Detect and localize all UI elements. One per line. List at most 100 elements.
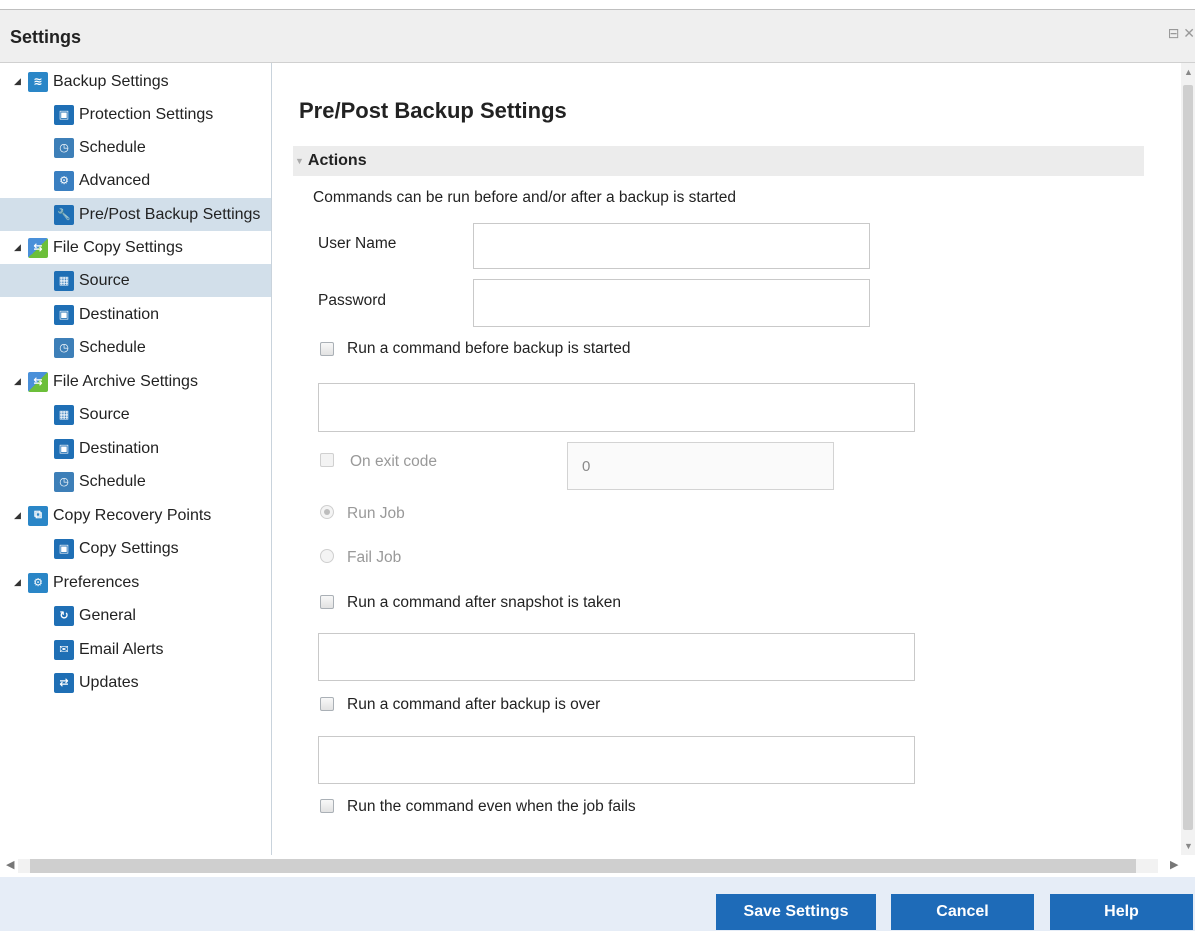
window-titlebar: Settings ⊟ ✕ [0, 10, 1195, 63]
username-field[interactable] [473, 223, 870, 269]
tree-item-label: Source [79, 271, 130, 289]
tree-item-preferences[interactable]: ◢ ⚙ Preferences [0, 566, 271, 599]
scroll-down-icon[interactable]: ▼ [1184, 841, 1193, 851]
tree-item-label: Schedule [79, 338, 146, 356]
tree-item-file-archive-source[interactable]: ▦ Source [0, 398, 271, 431]
expand-caret-icon[interactable]: ◢ [14, 376, 24, 387]
run-job-radio[interactable] [320, 505, 334, 519]
updates-icon: ⇄ [54, 672, 74, 693]
source-icon: ▦ [54, 270, 74, 291]
tree-item-file-archive-destination[interactable]: ▣ Destination [0, 432, 271, 465]
tree-item-file-archive-schedule[interactable]: ◷ Schedule [0, 465, 271, 498]
save-settings-button[interactable]: Save Settings [716, 894, 876, 930]
general-icon: ↻ [54, 605, 74, 626]
expand-caret-icon[interactable]: ◢ [14, 242, 24, 253]
advanced-icon: ⚙ [54, 170, 74, 191]
tree-item-pre-post-backup-settings[interactable]: 🔧 Pre/Post Backup Settings [0, 198, 271, 231]
section-description: Commands can be run before and/or after … [313, 189, 737, 206]
on-exit-code-label: On exit code [350, 453, 438, 470]
tree-item-copy-recovery-points[interactable]: ◢ ⧉ Copy Recovery Points [0, 499, 271, 532]
email-icon: ✉ [54, 639, 74, 660]
after-snapshot-command-field[interactable] [318, 633, 915, 681]
before-command-field[interactable] [318, 383, 915, 432]
tree-item-advanced[interactable]: ⚙ Advanced [0, 164, 271, 197]
run-after-backup-checkbox[interactable] [320, 697, 334, 711]
file-archive-icon: ⇆ [28, 371, 48, 392]
on-exit-code-checkbox[interactable] [320, 453, 334, 467]
username-label: User Name [318, 235, 397, 252]
settings-panel: Pre/Post Backup Settings ▼ Actions Comma… [273, 63, 1179, 855]
tree-item-file-copy-schedule[interactable]: ◷ Schedule [0, 331, 271, 364]
tree-item-label: Protection Settings [79, 105, 214, 123]
expand-caret-icon[interactable]: ◢ [14, 76, 24, 87]
vertical-scroll-thumb[interactable] [1183, 85, 1193, 830]
tree-item-file-copy-destination[interactable]: ▣ Destination [0, 298, 271, 331]
tree-item-label: Schedule [79, 472, 146, 490]
tree-item-file-copy-source[interactable]: ▦ Source [0, 264, 271, 297]
scroll-left-icon[interactable]: ◀ [6, 858, 14, 871]
tree-item-label: Preferences [53, 573, 140, 591]
tree-item-file-copy-settings[interactable]: ◢ ⇆ File Copy Settings [0, 231, 271, 264]
tree-item-backup-schedule[interactable]: ◷ Schedule [0, 131, 271, 164]
expand-caret-icon[interactable]: ◢ [14, 510, 24, 521]
tree-item-file-archive-settings[interactable]: ◢ ⇆ File Archive Settings [0, 365, 271, 398]
collapse-triangle-icon[interactable]: ▼ [295, 156, 304, 166]
tree-item-email-alerts[interactable]: ✉ Email Alerts [0, 633, 271, 666]
schedule-icon: ◷ [54, 471, 74, 492]
schedule-icon: ◷ [54, 137, 74, 158]
window-controls[interactable]: ⊟ ✕ [1168, 25, 1195, 42]
scroll-up-icon[interactable]: ▲ [1184, 67, 1193, 77]
exit-code-field[interactable] [567, 442, 834, 490]
run-job-label: Run Job [347, 505, 405, 522]
tree-item-label: Copy Settings [79, 539, 179, 557]
file-copy-icon: ⇆ [28, 237, 48, 258]
help-button[interactable]: Help [1050, 894, 1193, 930]
destination-icon: ▣ [54, 438, 74, 459]
run-before-checkbox[interactable] [320, 342, 334, 356]
vertical-scrollbar[interactable]: ▲ ▼ [1181, 63, 1195, 855]
protection-settings-icon: ▣ [54, 104, 74, 125]
run-before-label: Run a command before backup is started [347, 340, 631, 357]
tree-item-general[interactable]: ↻ General [0, 599, 271, 632]
tree-item-label: Source [79, 405, 130, 423]
scroll-right-icon[interactable]: ▶ [1170, 858, 1178, 871]
cancel-button[interactable]: Cancel [891, 894, 1034, 930]
horizontal-scrollbar[interactable]: ◀ ▶ [0, 855, 1195, 877]
tree-item-label: Pre/Post Backup Settings [79, 205, 261, 223]
schedule-icon: ◷ [54, 337, 74, 358]
tree-item-label: Advanced [79, 171, 151, 189]
after-backup-command-field[interactable] [318, 736, 915, 784]
window-top-edge [0, 0, 1195, 10]
password-field[interactable] [473, 279, 870, 327]
settings-tree: ◢ ≋ Backup Settings ▣ Protection Setting… [0, 63, 272, 855]
tree-item-label: General [79, 606, 136, 624]
dialog-footer: Save Settings Cancel Help [0, 877, 1195, 931]
tree-item-label: File Copy Settings [53, 238, 183, 256]
tree-item-copy-settings[interactable]: ▣ Copy Settings [0, 532, 271, 565]
horizontal-scroll-thumb[interactable] [30, 859, 1136, 873]
expand-caret-icon[interactable]: ◢ [14, 577, 24, 588]
password-label: Password [318, 292, 387, 309]
window-title: Settings [10, 27, 82, 47]
copy-recovery-icon: ⧉ [28, 505, 48, 526]
tree-item-updates[interactable]: ⇄ Updates [0, 666, 271, 699]
run-even-when-fails-checkbox[interactable] [320, 799, 334, 813]
tree-item-label: Destination [79, 305, 160, 323]
tree-item-backup-settings[interactable]: ◢ ≋ Backup Settings [0, 65, 271, 98]
backup-settings-icon: ≋ [28, 71, 48, 92]
section-header-actions[interactable]: ▼ Actions [293, 146, 1144, 176]
tree-item-label: Email Alerts [79, 640, 164, 658]
tree-item-protection-settings[interactable]: ▣ Protection Settings [0, 98, 271, 131]
fail-job-radio[interactable] [320, 549, 334, 563]
source-icon: ▦ [54, 404, 74, 425]
fail-job-label: Fail Job [347, 549, 402, 566]
tree-item-label: Backup Settings [53, 72, 169, 90]
run-after-snapshot-checkbox[interactable] [320, 595, 334, 609]
section-title: Actions [307, 152, 367, 169]
tree-item-label: Copy Recovery Points [53, 506, 212, 524]
run-after-snapshot-label: Run a command after snapshot is taken [347, 594, 621, 611]
tree-item-label: Schedule [79, 138, 146, 156]
tree-item-label: Updates [79, 673, 139, 691]
tree-item-label: File Archive Settings [53, 372, 198, 390]
copy-settings-icon: ▣ [54, 538, 74, 559]
